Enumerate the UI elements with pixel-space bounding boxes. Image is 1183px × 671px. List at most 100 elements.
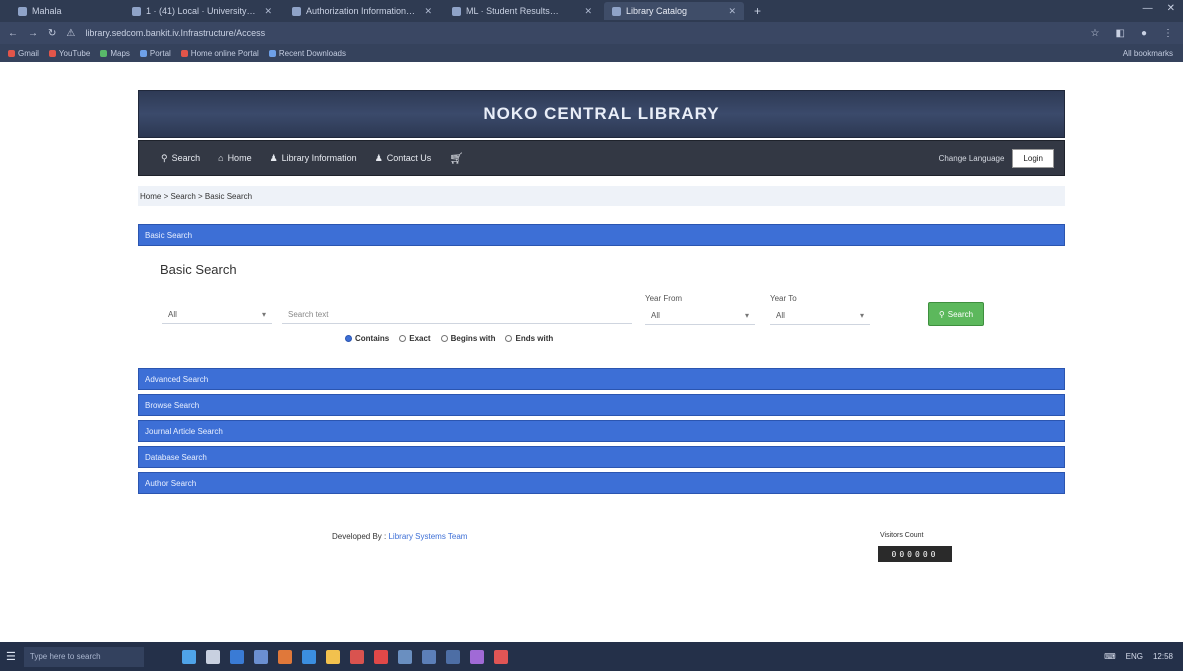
task-view-icon[interactable] xyxy=(181,649,196,664)
main-nav: ⚲ Search ⌂ Home ♟ Library Information ♟ Cont… xyxy=(138,140,1065,176)
tab-favicon-icon xyxy=(292,6,301,16)
year-from-select[interactable]: All ▾ xyxy=(645,307,755,325)
year-to-label: Year To xyxy=(770,294,797,303)
tab-close-icon[interactable]: ✕ xyxy=(264,6,272,17)
field-select[interactable]: All ▾ xyxy=(162,306,272,324)
close-window-icon[interactable]: ✕ xyxy=(1167,3,1175,14)
new-tab-button[interactable]: + xyxy=(748,4,767,18)
search-icon: ⚲ xyxy=(938,309,945,319)
search-button[interactable]: ⚲ Search xyxy=(928,302,984,326)
radio-ends-with[interactable]: Ends with xyxy=(505,334,553,343)
radio-contains[interactable]: Contains xyxy=(345,334,389,343)
section-bar[interactable]: Journal Article Search xyxy=(138,420,1065,442)
section-bar[interactable]: Browse Search xyxy=(138,394,1065,416)
reload-icon[interactable]: ↻ xyxy=(48,28,56,39)
bookmark-item[interactable]: YouTube xyxy=(48,49,90,58)
user-icon: ♟ xyxy=(269,152,278,163)
app-icon[interactable] xyxy=(493,649,508,664)
browser-tab[interactable]: 1 · (41) Local · University… ✕ xyxy=(124,2,280,20)
tray-clock[interactable]: 12:58 xyxy=(1153,652,1173,661)
browser-tab[interactable]: ML · Student Results… ✕ xyxy=(444,2,600,20)
folder-icon[interactable] xyxy=(325,649,340,664)
site-title: NOKO CENTRAL LIBRARY xyxy=(483,104,720,123)
bookmark-item[interactable]: Home online Portal xyxy=(180,49,259,58)
browser-tab[interactable]: Authorization Information… ✕ xyxy=(284,2,440,20)
menu-icon[interactable]: ⋮ xyxy=(1163,28,1173,39)
bookmark-item[interactable]: Portal xyxy=(139,49,171,58)
section-bar[interactable]: Author Search xyxy=(138,472,1065,494)
radio-dot-icon xyxy=(505,335,513,342)
bookmark-icon xyxy=(100,49,108,57)
search-button-label: Search xyxy=(947,309,974,319)
tab-close-icon[interactable]: ✕ xyxy=(728,6,736,17)
nav-label: Search xyxy=(171,153,201,163)
section-bar[interactable]: Advanced Search xyxy=(138,368,1065,390)
login-button[interactable]: Login xyxy=(1012,148,1054,168)
settings-icon[interactable] xyxy=(445,649,460,664)
site-info-icon[interactable]: ⚠ xyxy=(66,28,75,39)
bookmark-icon xyxy=(139,49,147,57)
tab-close-icon[interactable]: ✕ xyxy=(424,6,432,17)
keyword-input[interactable]: Search text xyxy=(282,306,632,324)
bookmark-item[interactable]: Recent Downloads xyxy=(268,48,346,58)
bookmark-icon xyxy=(8,49,15,57)
tray-keyboard-icon[interactable]: ⌨ xyxy=(1104,652,1116,661)
tab-label: Library Catalog xyxy=(626,6,688,16)
bookmark-item[interactable]: Gmail xyxy=(8,49,39,58)
bookmark-label: Gmail xyxy=(18,48,39,58)
chrome-icon[interactable] xyxy=(301,649,316,664)
opera-icon[interactable] xyxy=(373,649,388,664)
media-icon[interactable] xyxy=(469,649,484,664)
basic-search-header[interactable]: Basic Search xyxy=(138,224,1065,246)
file-icon[interactable] xyxy=(205,649,220,664)
tray-language[interactable]: ENG xyxy=(1126,652,1143,661)
minimize-icon[interactable]: — xyxy=(1143,3,1153,14)
url-field[interactable]: library.sedcom.bankit.iv.Infrastructure/… xyxy=(85,28,505,38)
library-page: NOKO CENTRAL LIBRARY ⚲ Search ⌂ Home ♟ Libr… xyxy=(0,62,1183,642)
browser-tab[interactable]: Mahala xyxy=(10,2,120,20)
mail-icon[interactable] xyxy=(229,649,244,664)
extensions-icon[interactable]: ◧ xyxy=(1116,28,1125,39)
developer-credit: Developed By : Library Systems Team xyxy=(332,532,467,541)
year-to-select[interactable]: All ▾ xyxy=(770,307,870,325)
language-dropdown[interactable]: Change Language xyxy=(939,154,1005,163)
developer-link[interactable]: Library Systems Team xyxy=(388,532,467,541)
radio-dot-icon xyxy=(399,335,407,342)
radio-label: Ends with xyxy=(515,334,554,343)
firefox-icon[interactable] xyxy=(277,649,292,664)
nav-contact[interactable]: ♟ Contact Us xyxy=(375,153,432,164)
photos-icon[interactable] xyxy=(397,649,412,664)
profile-icon[interactable]: ● xyxy=(1141,28,1147,39)
office-icon[interactable] xyxy=(349,649,364,664)
back-icon[interactable]: ← xyxy=(8,28,18,39)
bookmark-icon xyxy=(180,49,188,57)
calculator-icon[interactable] xyxy=(421,649,436,664)
bookmark-label: Recent Downloads xyxy=(278,48,346,58)
browser-tab-bar: Mahala 1 · (41) Local · University… ✕ Aut… xyxy=(0,0,1183,22)
visitors-label: Visitors Count xyxy=(880,532,924,539)
chevron-down-icon: ▾ xyxy=(744,311,749,320)
os-taskbar: ☰ Type here to search ⌨ ENG 12:58 xyxy=(0,642,1183,671)
cart-icon[interactable]: 🛒︎ xyxy=(449,152,463,165)
radio-exact[interactable]: Exact xyxy=(399,334,431,343)
nav-library-info[interactable]: ♟ Library Information xyxy=(270,153,357,164)
section-bar[interactable]: Database Search xyxy=(138,446,1065,468)
forward-icon[interactable]: → xyxy=(28,28,38,39)
bookmark-item[interactable]: Maps xyxy=(100,49,130,58)
browser-tab-active[interactable]: Library Catalog ✕ xyxy=(604,2,744,20)
tab-favicon-icon xyxy=(452,6,461,16)
all-bookmarks-link[interactable]: All bookmarks xyxy=(1123,49,1173,58)
radio-begins-with[interactable]: Begins with xyxy=(440,334,495,343)
screen: Mahala 1 · (41) Local · University… ✕ Aut… xyxy=(0,0,1183,671)
star-icon[interactable]: ☆ xyxy=(1091,28,1100,39)
breadcrumb: Home > Search > Basic Search xyxy=(138,186,1065,206)
chevron-down-icon: ▾ xyxy=(859,311,864,320)
year-from-value: All xyxy=(651,311,660,320)
start-icon[interactable]: ☰ xyxy=(6,650,16,663)
nav-home[interactable]: ⌂ Home xyxy=(218,153,251,163)
taskbar-search[interactable]: Type here to search xyxy=(23,646,144,667)
nav-search[interactable]: ⚲ Search xyxy=(161,153,200,164)
bookmark-icon xyxy=(48,49,56,57)
store-icon[interactable] xyxy=(253,649,268,664)
tab-close-icon[interactable]: ✕ xyxy=(584,6,592,17)
